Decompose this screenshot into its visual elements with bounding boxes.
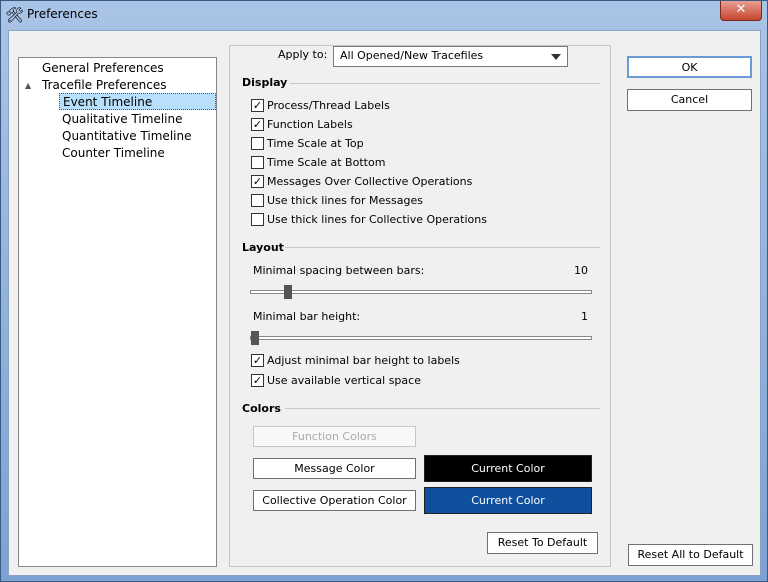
checkbox[interactable]: [251, 155, 264, 169]
divider: [285, 408, 600, 409]
tools-icon: 🛠: [5, 6, 25, 24]
checkbox[interactable]: [251, 193, 264, 207]
tree-item-quantitative[interactable]: Quantitative Timeline: [62, 128, 191, 145]
checkbox-label: Use thick lines for Messages: [267, 193, 423, 207]
checkbox-label: Use available vertical space: [267, 373, 421, 387]
checkbox-option[interactable]: ✓ Process/Thread Labels: [251, 98, 390, 112]
checkbox-label: Time Scale at Top: [267, 136, 364, 150]
ok-button[interactable]: OK: [627, 56, 752, 78]
checkbox[interactable]: [251, 212, 264, 226]
spacing-slider[interactable]: [250, 285, 592, 299]
checkbox[interactable]: ✓: [251, 98, 264, 112]
checkbox-option[interactable]: Use thick lines for Collective Operation…: [251, 212, 487, 226]
dropdown-arrow-icon: [551, 54, 561, 60]
checkbox-label: Messages Over Collective Operations: [267, 174, 473, 188]
checkbox-label: Adjust minimal bar height to labels: [267, 353, 460, 367]
colors-heading: Colors: [242, 402, 281, 415]
divider: [285, 247, 600, 248]
display-heading: Display: [242, 76, 288, 89]
checkbox-label: Use thick lines for Collective Operation…: [267, 212, 487, 226]
title-bar: 🛠 Preferences ✕: [1, 1, 767, 29]
checkbox[interactable]: ✓: [251, 353, 264, 367]
checkbox[interactable]: [251, 136, 264, 150]
layout-heading: Layout: [242, 241, 284, 254]
checkbox[interactable]: ✓: [251, 373, 264, 387]
function-colors-button[interactable]: Function Colors: [253, 426, 416, 447]
checkbox-label: Function Labels: [267, 117, 353, 131]
settings-group: Apply to: All Opened/New Tracefiles Disp…: [229, 45, 611, 567]
dialog-body: General Preferences ▲ Tracefile Preferen…: [8, 30, 761, 576]
collapse-triangle-icon[interactable]: ▲: [25, 77, 31, 94]
reset-to-default-button[interactable]: Reset To Default: [487, 532, 598, 554]
divider: [290, 83, 600, 84]
collective-color-button[interactable]: Collective Operation Color: [253, 490, 416, 511]
tree-item-tracefile[interactable]: Tracefile Preferences: [42, 77, 167, 94]
spacing-label: Minimal spacing between bars:: [253, 264, 425, 277]
apply-to-value: All Opened/New Tracefiles: [340, 49, 484, 62]
checkbox-option[interactable]: Use thick lines for Messages: [251, 193, 423, 207]
checkbox[interactable]: ✓: [251, 117, 264, 131]
bar-height-label: Minimal bar height:: [253, 310, 361, 323]
checkbox-option[interactable]: ✓ Use available vertical space: [251, 373, 421, 387]
tree-item-general[interactable]: General Preferences: [42, 60, 164, 77]
checkbox-option[interactable]: Time Scale at Top: [251, 136, 364, 150]
preferences-tree: General Preferences ▲ Tracefile Preferen…: [18, 57, 217, 567]
tree-item-qualitative[interactable]: Qualitative Timeline: [62, 111, 183, 128]
reset-all-button[interactable]: Reset All to Default: [628, 544, 753, 566]
checkbox-option[interactable]: Time Scale at Bottom: [251, 155, 385, 169]
bar-height-value: 1: [581, 310, 588, 323]
checkbox-label: Time Scale at Bottom: [267, 155, 386, 169]
cancel-button[interactable]: Cancel: [627, 89, 752, 111]
apply-to-select[interactable]: All Opened/New Tracefiles: [333, 46, 568, 67]
collective-current-color[interactable]: Current Color: [424, 487, 592, 514]
checkbox-option[interactable]: ✓ Messages Over Collective Operations: [251, 174, 472, 188]
preferences-window: 🛠 Preferences ✕ General Preferences ▲ Tr…: [0, 0, 768, 582]
message-current-color[interactable]: Current Color: [424, 455, 592, 482]
checkbox-label: Process/Thread Labels: [267, 98, 390, 112]
window-title: Preferences: [27, 7, 98, 21]
slider-thumb[interactable]: [251, 331, 259, 345]
tree-item-counter[interactable]: Counter Timeline: [62, 145, 165, 162]
spacing-value: 10: [574, 264, 588, 277]
tree-item-event-timeline[interactable]: Event Timeline: [59, 93, 216, 110]
apply-to-label: Apply to:: [268, 48, 338, 61]
message-color-button[interactable]: Message Color: [253, 458, 416, 479]
bar-height-slider[interactable]: [250, 331, 592, 345]
checkbox[interactable]: ✓: [251, 174, 264, 188]
checkbox-option[interactable]: ✓ Adjust minimal bar height to labels: [251, 353, 460, 367]
checkbox-option[interactable]: ✓ Function Labels: [251, 117, 353, 131]
slider-thumb[interactable]: [284, 285, 293, 299]
close-button[interactable]: ✕: [720, 1, 762, 21]
